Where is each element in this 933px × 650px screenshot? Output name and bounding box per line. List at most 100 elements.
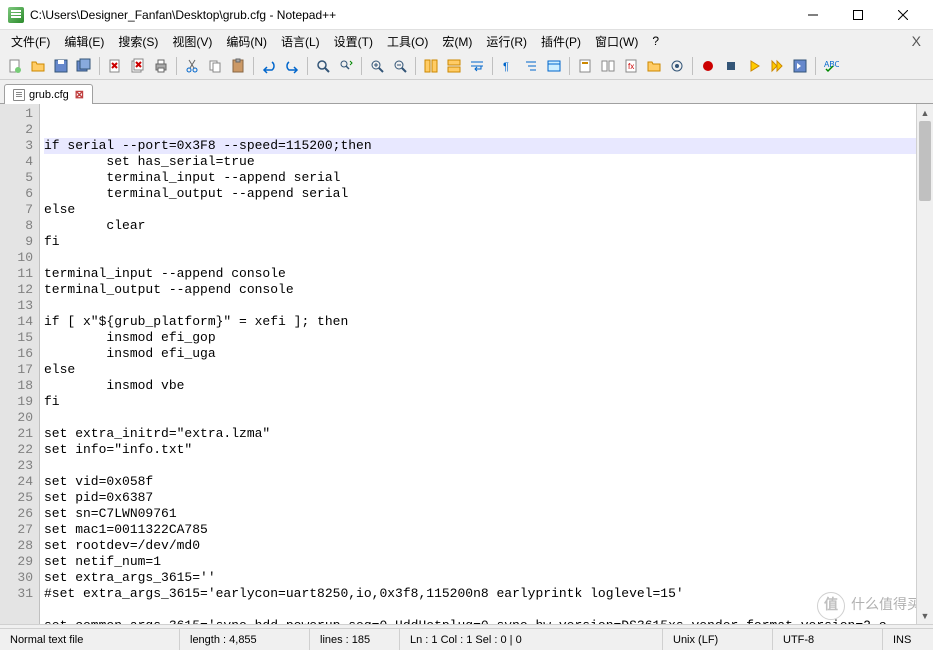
wrap-button[interactable] — [466, 55, 488, 77]
zoom-out-button[interactable] — [389, 55, 411, 77]
toolbar-separator — [176, 57, 177, 75]
replace-button[interactable] — [335, 55, 357, 77]
code-line[interactable]: clear — [44, 218, 933, 234]
code-line[interactable]: set netif_num=1 — [44, 554, 933, 570]
menu-settings[interactable]: 设置(T) — [327, 31, 380, 52]
indent-guide-button[interactable] — [520, 55, 542, 77]
menu-help[interactable]: ? — [645, 32, 666, 50]
open-file-button[interactable] — [27, 55, 49, 77]
menu-language[interactable]: 语言(L) — [274, 31, 327, 52]
line-number: 23 — [2, 458, 33, 474]
window-buttons — [790, 0, 925, 30]
new-file-button[interactable] — [4, 55, 26, 77]
menu-macro[interactable]: 宏(M) — [435, 31, 479, 52]
code-line[interactable]: fi — [44, 234, 933, 250]
function-list-button[interactable]: fx — [620, 55, 642, 77]
doc-map-button[interactable] — [574, 55, 596, 77]
print-button[interactable] — [150, 55, 172, 77]
paste-button[interactable] — [227, 55, 249, 77]
doc-list-button[interactable] — [597, 55, 619, 77]
titlebar: C:\Users\Designer_Fanfan\Desktop\grub.cf… — [0, 0, 933, 30]
code-line[interactable]: if [ x"${grub_platform}" = xefi ]; then — [44, 314, 933, 330]
code-line[interactable]: #set extra_args_3615='earlycon=uart8250,… — [44, 586, 933, 602]
code-line[interactable]: else — [44, 202, 933, 218]
status-eol: Unix (LF) — [663, 629, 773, 650]
svg-text:¶: ¶ — [503, 61, 509, 73]
file-icon — [13, 89, 25, 101]
play-macro-button[interactable] — [743, 55, 765, 77]
code-line[interactable] — [44, 298, 933, 314]
code-line[interactable]: insmod efi_gop — [44, 330, 933, 346]
menu-tools[interactable]: 工具(O) — [380, 31, 435, 52]
undo-button[interactable] — [258, 55, 280, 77]
code-line[interactable]: set vid=0x058f — [44, 474, 933, 490]
tab-close-icon[interactable]: ⊠ — [75, 88, 84, 101]
close-file-button[interactable] — [104, 55, 126, 77]
scrollbar-thumb[interactable] — [919, 121, 931, 201]
menu-run[interactable]: 运行(R) — [479, 31, 534, 52]
zoom-in-button[interactable] — [366, 55, 388, 77]
show-all-chars-button[interactable]: ¶ — [497, 55, 519, 77]
menu-window[interactable]: 窗口(W) — [588, 31, 645, 52]
menu-edit[interactable]: 编辑(E) — [57, 31, 111, 52]
copy-button[interactable] — [204, 55, 226, 77]
maximize-button[interactable] — [835, 0, 880, 30]
code-line[interactable] — [44, 410, 933, 426]
status-length: length : 4,855 — [180, 629, 310, 650]
sync-v-button[interactable] — [420, 55, 442, 77]
code-line[interactable]: set pid=0x6387 — [44, 490, 933, 506]
scroll-down-icon[interactable]: ▼ — [917, 607, 933, 624]
code-line[interactable]: if serial --port=0x3F8 --speed=115200;th… — [44, 138, 933, 154]
vertical-scrollbar[interactable]: ▲ ▼ — [916, 104, 933, 624]
code-line[interactable]: set extra_args_3615='' — [44, 570, 933, 586]
close-all-button[interactable] — [127, 55, 149, 77]
code-line[interactable]: terminal_output --append console — [44, 282, 933, 298]
save-macro-button[interactable] — [789, 55, 811, 77]
code-line[interactable] — [44, 458, 933, 474]
close-button[interactable] — [880, 0, 925, 30]
code-line[interactable]: terminal_input --append console — [44, 266, 933, 282]
code-line[interactable]: terminal_output --append serial — [44, 186, 933, 202]
record-macro-button[interactable] — [697, 55, 719, 77]
stop-macro-button[interactable] — [720, 55, 742, 77]
menu-search[interactable]: 搜索(S) — [111, 31, 165, 52]
spellcheck-button[interactable]: ABC — [820, 55, 842, 77]
redo-button[interactable] — [281, 55, 303, 77]
code-line[interactable] — [44, 250, 933, 266]
user-lang-button[interactable] — [543, 55, 565, 77]
code-line[interactable]: insmod vbe — [44, 378, 933, 394]
play-multi-button[interactable] — [766, 55, 788, 77]
minimize-button[interactable] — [790, 0, 835, 30]
code-line[interactable]: insmod efi_uga — [44, 346, 933, 362]
code-line[interactable]: fi — [44, 394, 933, 410]
code-line[interactable]: set common_args_3615='syno_hdd_powerup_s… — [44, 618, 933, 624]
status-lines: lines : 185 — [310, 629, 400, 650]
find-button[interactable] — [312, 55, 334, 77]
scroll-up-icon[interactable]: ▲ — [917, 104, 933, 121]
line-number: 15 — [2, 330, 33, 346]
folder-workspace-button[interactable] — [643, 55, 665, 77]
menu-encoding[interactable]: 编码(N) — [219, 31, 274, 52]
save-all-button[interactable] — [73, 55, 95, 77]
toolbar: ¶ fx ABC — [0, 52, 933, 80]
save-button[interactable] — [50, 55, 72, 77]
monitor-button[interactable] — [666, 55, 688, 77]
menu-file[interactable]: 文件(F) — [4, 31, 57, 52]
code-area[interactable]: if serial --port=0x3F8 --speed=115200;th… — [40, 104, 933, 624]
code-line[interactable]: set extra_initrd="extra.lzma" — [44, 426, 933, 442]
code-line[interactable]: set has_serial=true — [44, 154, 933, 170]
code-line[interactable]: terminal_input --append serial — [44, 170, 933, 186]
toolbar-separator — [692, 57, 693, 75]
menu-view[interactable]: 视图(V) — [165, 31, 219, 52]
file-tab[interactable]: grub.cfg ⊠ — [4, 84, 93, 104]
cut-button[interactable] — [181, 55, 203, 77]
code-line[interactable]: else — [44, 362, 933, 378]
code-line[interactable]: set mac1=0011322CA785 — [44, 522, 933, 538]
code-line[interactable]: set info="info.txt" — [44, 442, 933, 458]
code-line[interactable]: set rootdev=/dev/md0 — [44, 538, 933, 554]
sync-h-button[interactable] — [443, 55, 465, 77]
code-line[interactable]: set sn=C7LWN09761 — [44, 506, 933, 522]
menu-plugins[interactable]: 插件(P) — [534, 31, 588, 52]
menu-close-doc[interactable]: X — [904, 33, 929, 49]
code-line[interactable] — [44, 602, 933, 618]
